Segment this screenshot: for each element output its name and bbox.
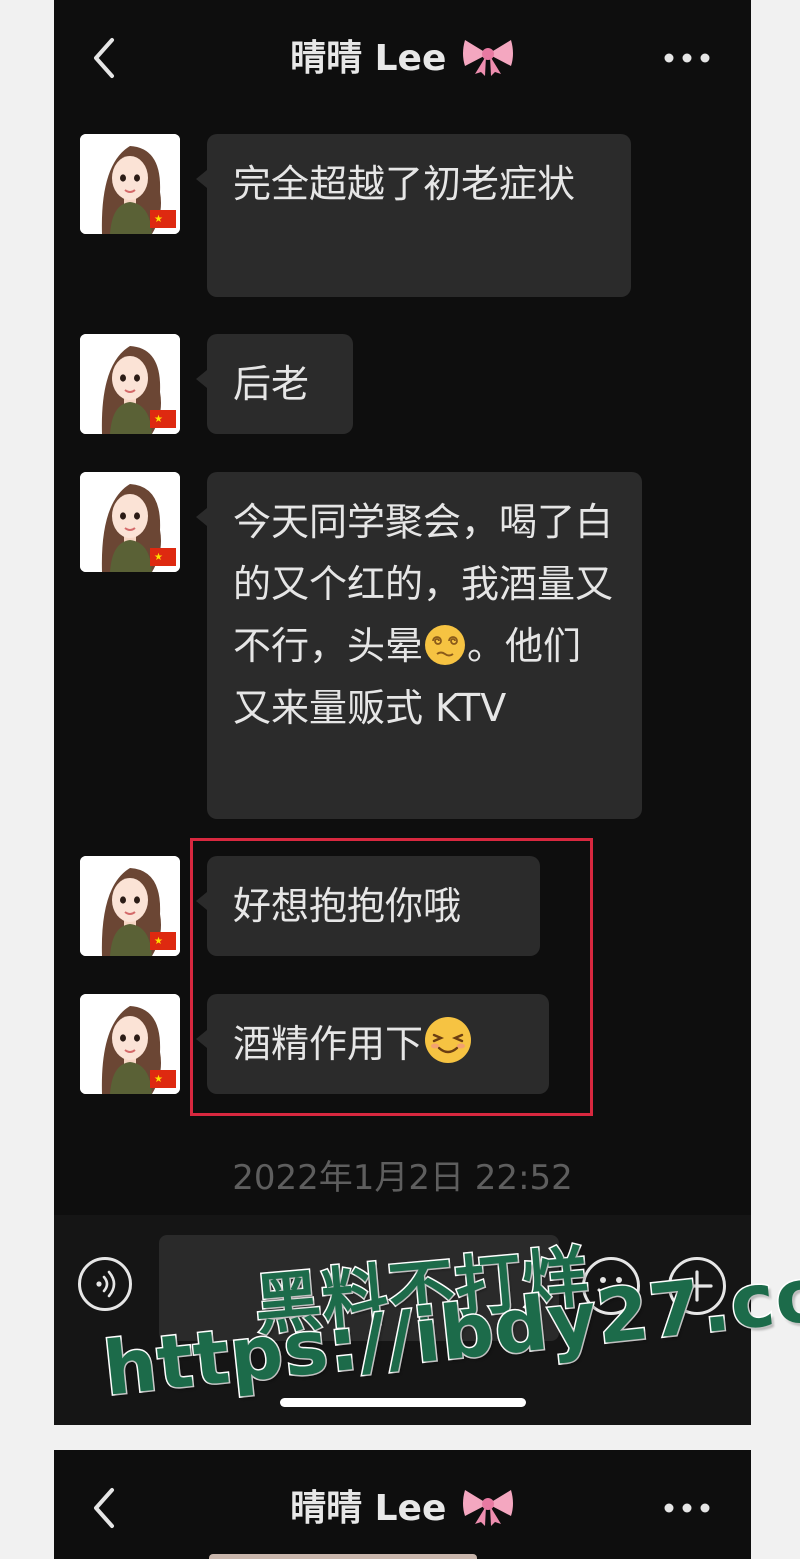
avatar[interactable]: ★ <box>80 334 180 434</box>
grinning-squint-face-icon <box>425 1017 472 1063</box>
message-text: 酒精作用下 <box>233 1022 424 1066</box>
more-options-button[interactable] <box>663 46 711 70</box>
more-dots-icon <box>664 1503 710 1513</box>
avatar-girl-icon: ★ <box>80 472 180 572</box>
chat-screen: 晴晴 Lee ★ 完全超越了初老症状 ★ 后老 ★ 今天同学聚会，喝了白的又个红… <box>54 0 751 1425</box>
nav-bar: 晴晴 Lee <box>54 0 751 110</box>
message-text: 完全超越了初老症状 <box>233 162 576 206</box>
image-preview-edge <box>209 1554 477 1559</box>
avatar-girl-icon: ★ <box>80 994 180 1094</box>
nav-bar: 晴晴 Lee <box>54 1450 751 1559</box>
message-bubble[interactable]: 后老 <box>196 334 353 434</box>
avatar[interactable]: ★ <box>80 472 180 572</box>
message-bubble[interactable]: 好想抱抱你哦 <box>196 856 540 956</box>
home-indicator <box>280 1398 526 1407</box>
chat-screen-second: 晴晴 Lee <box>54 1450 751 1559</box>
dizzy-face-icon <box>425 625 466 665</box>
svg-text:★: ★ <box>154 414 163 425</box>
message-bubble[interactable]: 今天同学聚会，喝了白的又个红的，我酒量又不行，头晕 。他们又来量贩式 KTV <box>196 472 642 819</box>
more-dots-icon <box>664 53 710 63</box>
message-bubble[interactable]: 酒精作用下 <box>196 994 549 1094</box>
voice-button[interactable] <box>78 1257 132 1311</box>
chat-title: 晴晴 Lee <box>54 1486 751 1531</box>
avatar[interactable]: ★ <box>80 856 180 956</box>
more-options-button[interactable] <box>663 1496 711 1520</box>
avatar-girl-icon: ★ <box>80 134 180 234</box>
message-text: 后老 <box>233 362 310 406</box>
message-timestamp: 2022年1月2日 22:52 <box>232 1158 573 1198</box>
ribbon-bow-icon <box>462 1490 513 1526</box>
avatar-girl-icon: ★ <box>80 856 180 956</box>
avatar[interactable]: ★ <box>80 994 180 1094</box>
avatar[interactable]: ★ <box>80 134 180 234</box>
chat-title-text: 晴晴 Lee <box>290 38 447 79</box>
svg-text:★: ★ <box>154 552 163 563</box>
chat-title: 晴晴 Lee <box>54 36 751 81</box>
svg-text:★: ★ <box>154 936 163 947</box>
svg-text:★: ★ <box>154 214 163 225</box>
ribbon-bow-icon <box>462 40 513 76</box>
message-bubble[interactable]: 完全超越了初老症状 <box>196 134 631 297</box>
avatar-girl-icon: ★ <box>80 334 180 434</box>
svg-text:★: ★ <box>154 1074 163 1085</box>
message-text: 好想抱抱你哦 <box>233 884 462 928</box>
chat-title-text: 晴晴 Lee <box>290 1488 447 1529</box>
voice-icon <box>96 1270 116 1298</box>
